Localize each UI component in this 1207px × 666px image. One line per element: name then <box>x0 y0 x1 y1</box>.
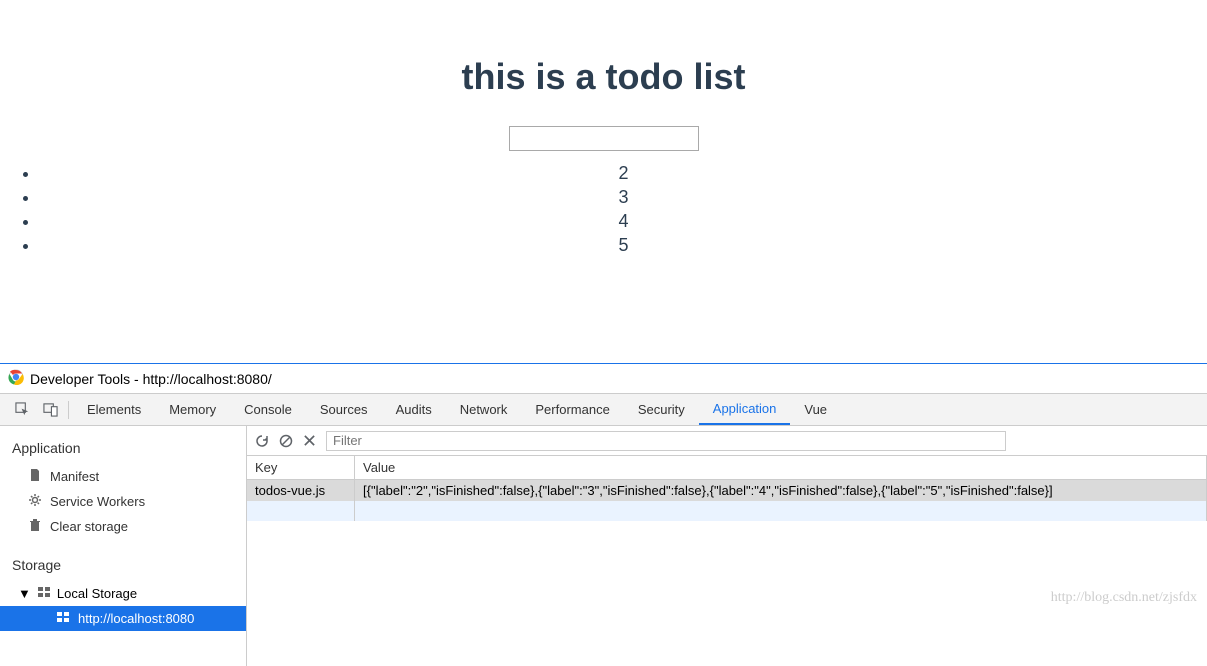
inspect-icon[interactable] <box>8 394 36 425</box>
trash-icon <box>28 518 42 535</box>
sidebar-item-label: Local Storage <box>57 586 137 601</box>
chevron-down-icon: ▼ <box>18 586 31 601</box>
devtools-window-title: Developer Tools - http://localhost:8080/ <box>30 371 272 387</box>
sidebar-item-label: http://localhost:8080 <box>78 611 194 626</box>
table-header: Key Value <box>247 456 1207 480</box>
devtools-panel: Developer Tools - http://localhost:8080/… <box>0 363 1207 666</box>
devtools-sidebar[interactable]: Application Manifest Service Workers Cle… <box>0 426 247 666</box>
gear-icon <box>28 493 42 510</box>
storage-icon <box>37 585 51 602</box>
sidebar-item-local-storage[interactable]: ▼ Local Storage <box>0 581 246 606</box>
storage-icon <box>56 610 70 627</box>
table-cell-key: todos-vue.js <box>247 480 355 501</box>
sidebar-item-label: Manifest <box>50 469 99 484</box>
table-row[interactable]: todos-vue.js [{"label":"2","isFinished":… <box>247 480 1207 501</box>
block-icon[interactable] <box>279 434 293 448</box>
todo-input[interactable] <box>509 126 699 151</box>
table-row[interactable] <box>247 501 1207 521</box>
sidebar-group-storage: Storage <box>0 553 246 581</box>
tab-network[interactable]: Network <box>446 394 522 425</box>
manifest-icon <box>28 468 42 485</box>
divider <box>68 401 69 419</box>
table-header-value[interactable]: Value <box>355 456 1207 479</box>
table-cell-key <box>247 501 355 521</box>
tab-elements[interactable]: Elements <box>73 394 155 425</box>
sidebar-item-service-workers[interactable]: Service Workers <box>0 489 246 514</box>
todo-list: 2 3 4 5 <box>0 161 1207 257</box>
webpage-area: this is a todo list 2 3 4 5 <box>0 56 1207 363</box>
list-item: 2 <box>40 161 1207 185</box>
sidebar-item-label: Clear storage <box>50 519 128 534</box>
tab-vue[interactable]: Vue <box>790 394 841 425</box>
close-icon[interactable] <box>303 434 316 447</box>
list-item: 5 <box>40 233 1207 257</box>
sidebar-item-clear-storage[interactable]: Clear storage <box>0 514 246 539</box>
sidebar-item-manifest[interactable]: Manifest <box>0 464 246 489</box>
devtools-body: Application Manifest Service Workers Cle… <box>0 426 1207 666</box>
table-header-key[interactable]: Key <box>247 456 355 479</box>
list-item: 3 <box>40 185 1207 209</box>
sidebar-group-application: Application <box>0 436 246 464</box>
tab-console[interactable]: Console <box>230 394 306 425</box>
device-toggle-icon[interactable] <box>36 394 64 425</box>
devtools-titlebar: Developer Tools - http://localhost:8080/ <box>0 364 1207 394</box>
devtools-main: Key Value todos-vue.js [{"label":"2","is… <box>247 426 1207 666</box>
list-item: 4 <box>40 209 1207 233</box>
tab-application[interactable]: Application <box>699 394 791 425</box>
tab-memory[interactable]: Memory <box>155 394 230 425</box>
table-cell-value <box>355 501 1207 521</box>
refresh-icon[interactable] <box>255 434 269 448</box>
tab-sources[interactable]: Sources <box>306 394 382 425</box>
chrome-icon <box>8 369 24 388</box>
page-title: this is a todo list <box>0 56 1207 98</box>
tab-performance[interactable]: Performance <box>521 394 623 425</box>
tab-audits[interactable]: Audits <box>382 394 446 425</box>
storage-toolbar <box>247 426 1207 456</box>
storage-table: Key Value todos-vue.js [{"label":"2","is… <box>247 456 1207 666</box>
table-cell-value: [{"label":"2","isFinished":false},{"labe… <box>355 480 1207 501</box>
filter-input[interactable] <box>326 431 1006 451</box>
devtools-tabs: Elements Memory Console Sources Audits N… <box>0 394 1207 426</box>
sidebar-item-label: Service Workers <box>50 494 145 509</box>
tab-security[interactable]: Security <box>624 394 699 425</box>
